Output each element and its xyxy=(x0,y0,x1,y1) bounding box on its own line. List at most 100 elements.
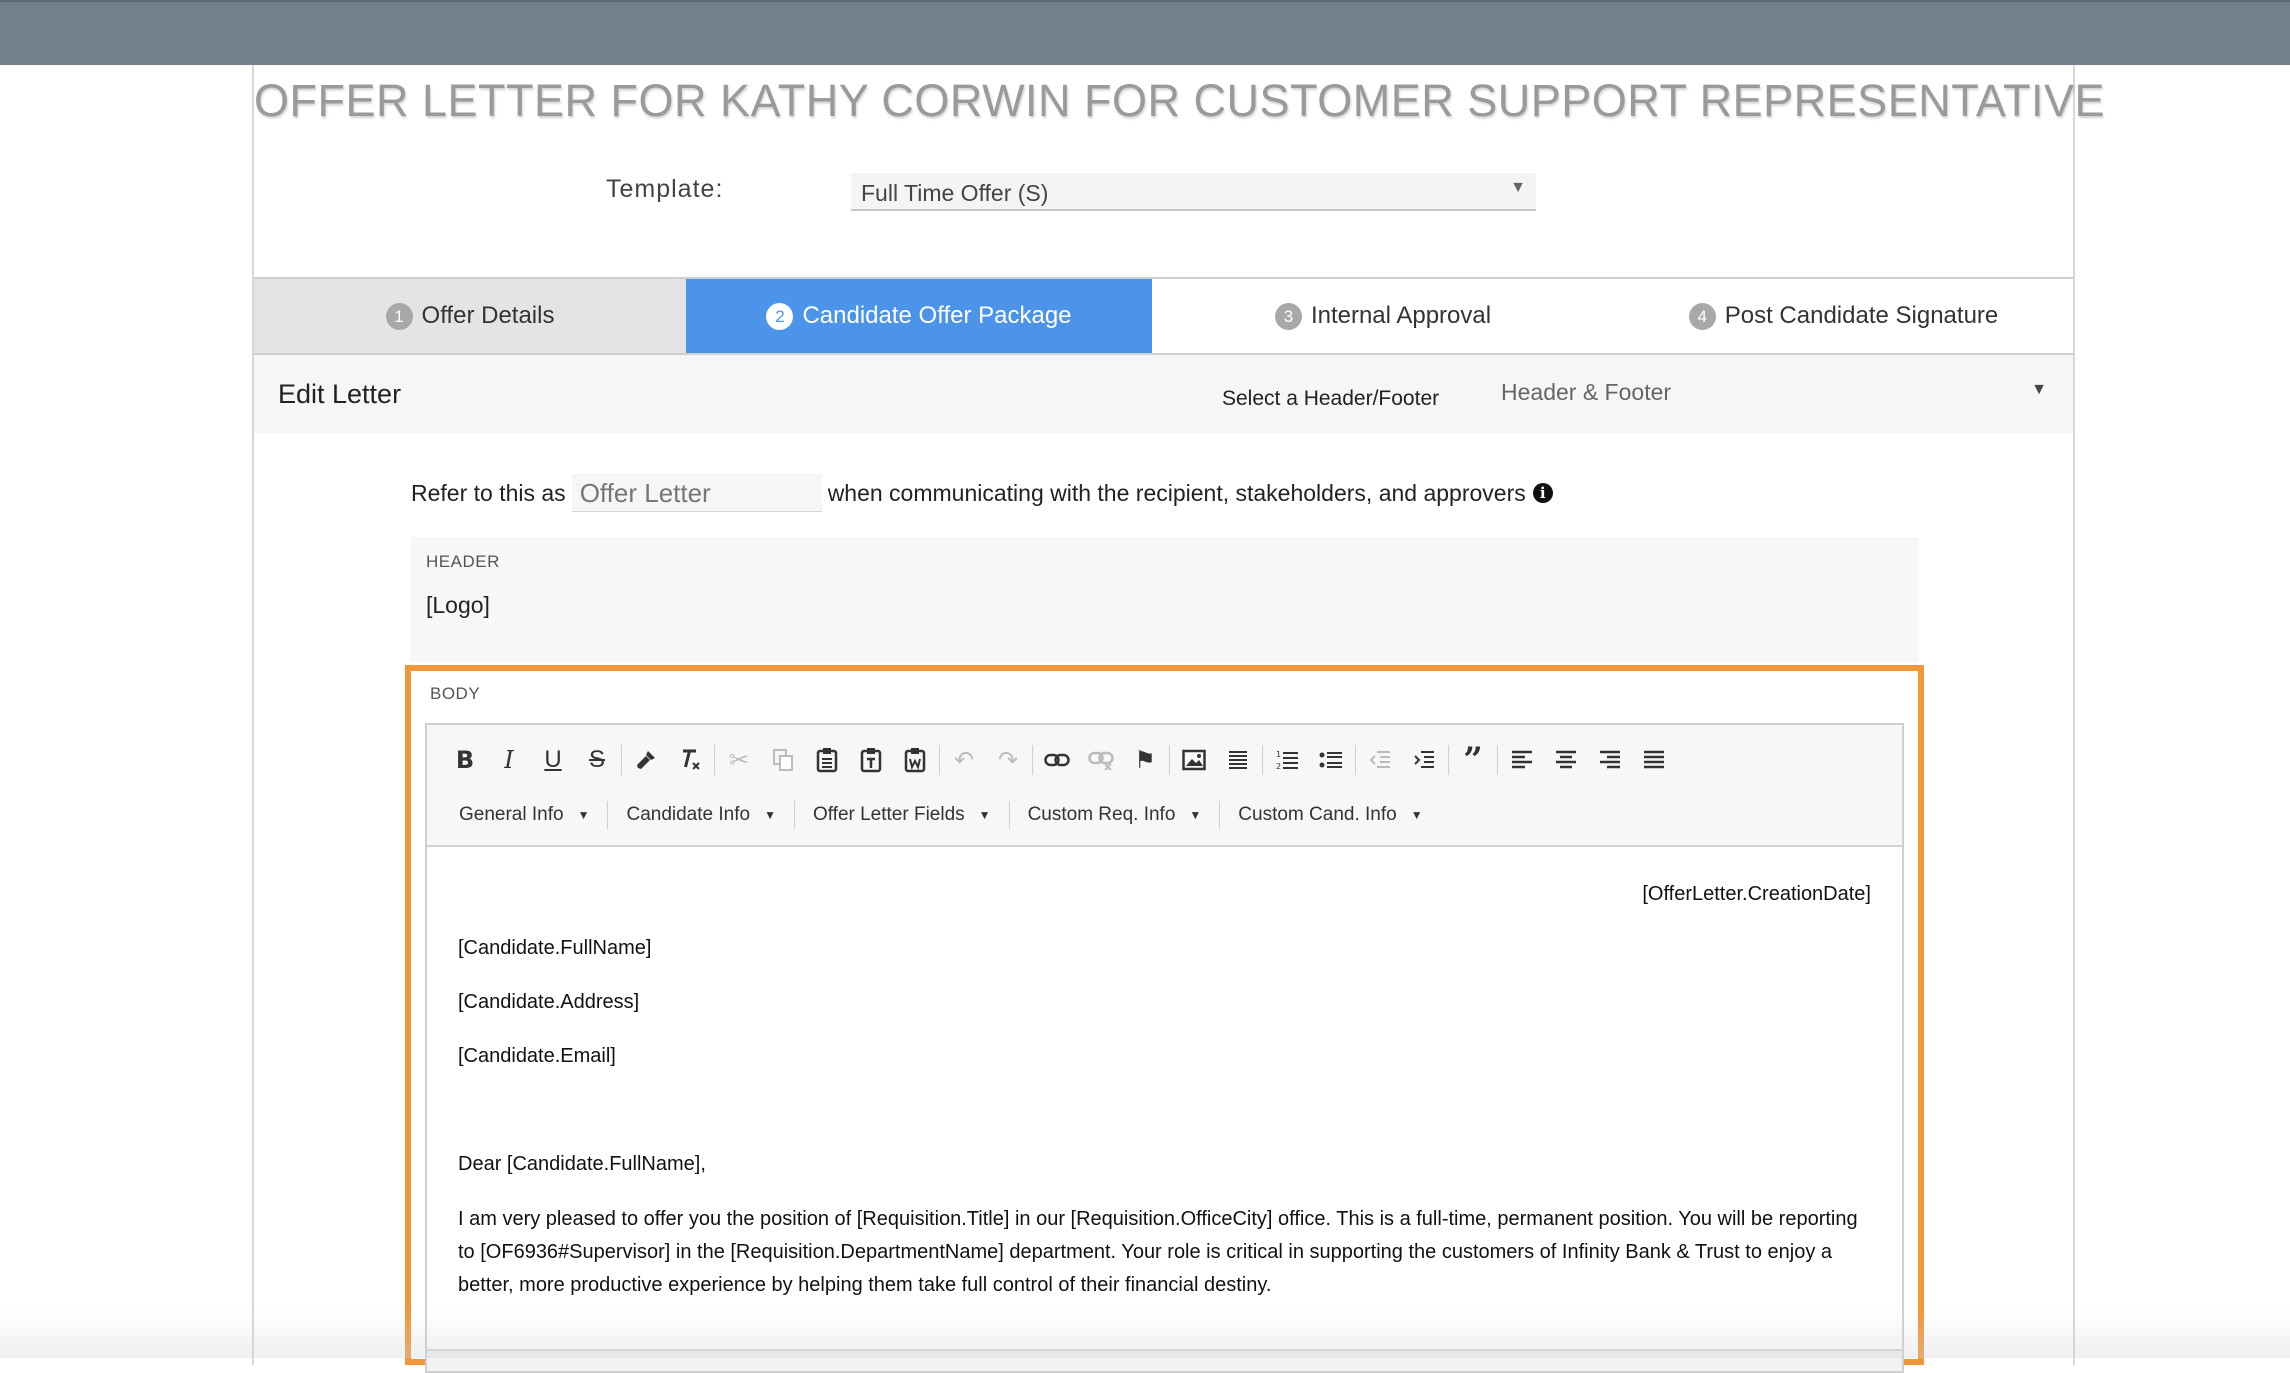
blockquote-icon[interactable]: ” xyxy=(1451,740,1495,780)
dropdown-label: Custom Req. Info xyxy=(1027,804,1176,825)
header-content[interactable]: [Logo] xyxy=(426,592,490,619)
refer-as-text-after: when communicating with the recipient, s… xyxy=(827,479,1526,506)
caret-down-icon: ▼ xyxy=(1410,808,1423,822)
offer-letter-panel: OFFER LETTER FOR KATHY CORWIN FOR CUSTOM… xyxy=(252,65,2106,1373)
cut-icon[interactable]: ✂ xyxy=(717,740,761,780)
toolbar-separator xyxy=(793,801,795,829)
dropdown-label: General Info xyxy=(459,804,564,825)
caret-down-icon: ▼ xyxy=(1189,808,1202,822)
image-icon[interactable] xyxy=(1172,740,1216,780)
caret-down-icon: ▼ xyxy=(764,808,776,822)
align-left-icon[interactable] xyxy=(1500,740,1544,780)
undo-icon[interactable]: ↶ xyxy=(942,740,986,780)
paste-icon[interactable] xyxy=(805,740,849,780)
toolbar-separator xyxy=(1497,745,1498,775)
toolbar-separator xyxy=(1169,745,1170,775)
toolbar-separator xyxy=(607,801,609,829)
unlink-icon[interactable] xyxy=(1079,740,1123,780)
letter-candidate-email: [Candidate.Email] xyxy=(458,1045,616,1067)
refer-as-input[interactable]: Offer Letter xyxy=(571,474,822,512)
letter-paragraph: I am very pleased to offer you the posit… xyxy=(458,1208,1858,1296)
tab-post-candidate-signature[interactable]: 4 Post Candidate Signature xyxy=(1614,279,2073,353)
refer-as-row: Refer to this as Offer Letter when commu… xyxy=(411,474,1553,512)
template-select-value: Full Time Offer (S) xyxy=(861,180,1049,206)
dropdown-label: Custom Cand. Info xyxy=(1238,804,1397,825)
editor-resize-bar[interactable] xyxy=(427,1349,1902,1371)
editor-content[interactable]: [OfferLetter.CreationDate] [Candidate.Fu… xyxy=(427,847,1902,1327)
tab-label: Offer Details xyxy=(421,302,555,329)
edit-letter-title: Edit Letter xyxy=(278,379,402,409)
step-number-badge: 3 xyxy=(1274,302,1302,330)
toolbar-separator xyxy=(621,745,622,775)
tab-candidate-offer-package[interactable]: 2 Candidate Offer Package xyxy=(686,279,1152,353)
step-number-badge: 4 xyxy=(1688,302,1716,330)
custom-req-info-dropdown[interactable]: Custom Req. Info ▼ xyxy=(1012,804,1218,826)
header-footer-select-value: Header & Footer xyxy=(1501,379,1672,405)
dropdown-label: Candidate Info xyxy=(626,804,751,825)
tab-label: Post Candidate Signature xyxy=(1724,302,1999,329)
custom-cand-info-dropdown[interactable]: Custom Cand. Info ▼ xyxy=(1222,804,1438,826)
svg-text:1: 1 xyxy=(1276,750,1281,759)
paste-word-icon[interactable] xyxy=(893,740,937,780)
underline-icon[interactable]: U xyxy=(531,740,575,780)
editor-toolbar: B I U S ✂ ↶ ↷ ⚑ 1 2 ” General Info ▼ Can… xyxy=(427,725,1902,847)
candidate-info-dropdown[interactable]: Candidate Info ▼ xyxy=(610,804,791,826)
dropdown-label: Offer Letter Fields xyxy=(812,804,965,825)
bold-icon[interactable]: B xyxy=(443,740,487,780)
indent-icon[interactable] xyxy=(1402,740,1446,780)
caret-down-icon: ▼ xyxy=(978,808,991,822)
header-footer-label: Select a Header/Footer xyxy=(1222,387,1440,410)
letter-date: [OfferLetter.CreationDate] xyxy=(1642,883,1871,905)
template-select[interactable]: Full Time Offer (S) ▼ xyxy=(851,173,1536,211)
link-icon[interactable] xyxy=(1035,740,1079,780)
align-center-icon[interactable] xyxy=(1544,740,1588,780)
toolbar-separator xyxy=(1219,801,1221,829)
anchor-flag-icon[interactable]: ⚑ xyxy=(1123,740,1167,780)
tab-internal-approval[interactable]: 3 Internal Approval xyxy=(1152,279,1614,353)
toolbar-separator xyxy=(714,745,715,775)
tab-offer-details[interactable]: 1 Offer Details xyxy=(254,279,686,353)
toolbar-separator xyxy=(1262,745,1263,775)
caret-down-icon: ▼ xyxy=(2031,381,2047,398)
rich-text-editor: B I U S ✂ ↶ ↷ ⚑ 1 2 ” General Info ▼ Can… xyxy=(425,723,1904,1373)
letter-candidate-name: [Candidate.FullName] xyxy=(458,937,652,959)
general-info-dropdown[interactable]: General Info ▼ xyxy=(443,804,605,826)
align-justify-icon[interactable] xyxy=(1632,740,1676,780)
format-painter-icon[interactable] xyxy=(624,740,668,780)
redo-icon[interactable]: ↷ xyxy=(986,740,1030,780)
edit-letter-bar: Edit Letter Select a Header/Footer Heade… xyxy=(254,355,2073,433)
header-footer-select[interactable]: Header & Footer ▼ xyxy=(1501,375,2061,415)
italic-icon[interactable]: I xyxy=(487,740,531,780)
paste-text-icon[interactable] xyxy=(849,740,893,780)
svg-text:2: 2 xyxy=(1276,762,1281,771)
template-label: Template: xyxy=(606,175,724,203)
info-icon[interactable]: i xyxy=(1532,483,1553,503)
strikethrough-icon[interactable]: S xyxy=(575,740,619,780)
clear-formatting-icon[interactable] xyxy=(668,740,712,780)
step-tabs: 1 Offer Details 2 Candidate Offer Packag… xyxy=(254,277,2073,355)
horizontal-rule-icon[interactable] xyxy=(1216,740,1260,780)
refer-as-text-before: Refer to this as xyxy=(411,479,566,506)
page-title: OFFER LETTER FOR KATHY CORWIN FOR CUSTOM… xyxy=(254,75,2106,126)
toolbar-separator xyxy=(1008,801,1010,829)
align-right-icon[interactable] xyxy=(1588,740,1632,780)
header-section: HEADER [Logo] xyxy=(411,537,1919,662)
toolbar-separator xyxy=(1355,745,1356,775)
header-section-label: HEADER xyxy=(426,552,500,571)
copy-icon[interactable] xyxy=(761,740,805,780)
body-section: BODY B I U S ✂ ↶ ↷ ⚑ 1 2 ” General Info … xyxy=(405,665,1924,1373)
offer-letter-fields-dropdown[interactable]: Offer Letter Fields ▼ xyxy=(797,804,1007,826)
caret-down-icon: ▼ xyxy=(577,808,590,822)
body-section-label: BODY xyxy=(430,684,481,703)
top-bar xyxy=(0,0,2290,65)
toolbar-separator xyxy=(1032,745,1033,775)
letter-candidate-address: [Candidate.Address] xyxy=(458,991,640,1013)
tab-label: Internal Approval xyxy=(1310,302,1492,329)
tab-label: Candidate Offer Package xyxy=(802,302,1072,329)
numbered-list-icon[interactable]: 12 xyxy=(1265,740,1309,780)
toolbar-separator xyxy=(939,745,940,775)
outdent-icon[interactable] xyxy=(1358,740,1402,780)
toolbar-separator xyxy=(1448,745,1449,775)
bulleted-list-icon[interactable] xyxy=(1309,740,1353,780)
caret-down-icon: ▼ xyxy=(1510,179,1526,196)
